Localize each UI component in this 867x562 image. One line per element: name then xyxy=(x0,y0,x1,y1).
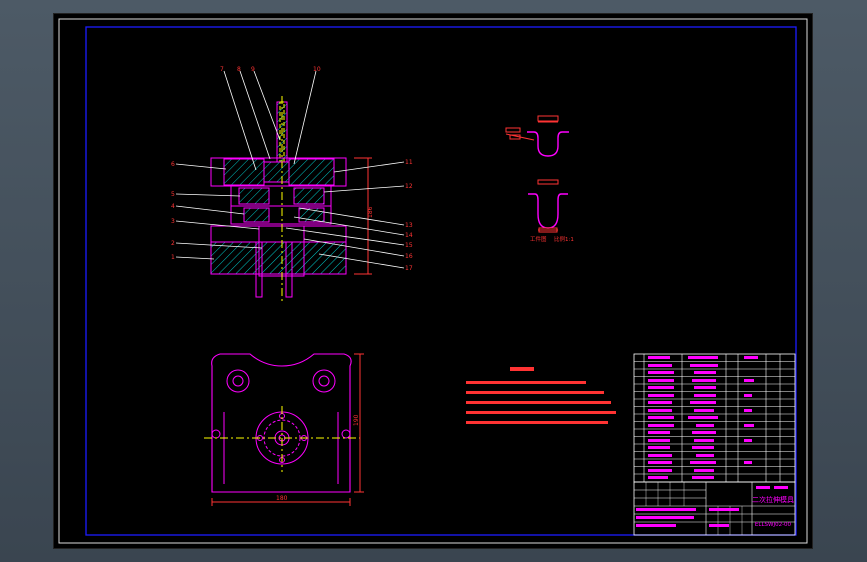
part-label: 13 xyxy=(405,222,413,229)
plan-view xyxy=(204,353,364,506)
part-label: 11 xyxy=(405,159,413,166)
scale-label: 比例1:1 xyxy=(554,235,574,243)
technical-notes xyxy=(466,367,616,424)
drawing-title: 二次拉伸模具 xyxy=(752,495,794,504)
part-label: 15 xyxy=(405,242,413,249)
drawing-number: ELLSWJ02-00 xyxy=(755,522,792,528)
section-view xyxy=(210,96,372,304)
parts-list-table xyxy=(633,353,796,483)
title-block: 二次拉伸模具 ELLSWJ02-00 xyxy=(633,481,796,536)
outer-frame xyxy=(58,18,808,544)
part-label: 5 xyxy=(171,191,175,198)
part-label: 12 xyxy=(405,183,413,190)
part-label: 14 xyxy=(405,232,413,239)
part-label: 9 xyxy=(251,66,255,73)
part-label: 6 xyxy=(171,161,175,168)
workpiece-label: 工件图 xyxy=(530,235,547,243)
plan-width-dimension: 180 xyxy=(276,495,288,502)
part-label: 2 xyxy=(171,240,175,247)
workpiece-view-2 xyxy=(528,179,568,233)
part-label: 3 xyxy=(171,218,175,225)
part-label: 10 xyxy=(313,66,321,73)
part-label: 7 xyxy=(220,66,224,73)
drawing-sheet: 7 8 9 10 6 5 4 3 2 1 11 12 13 14 15 16 1… xyxy=(54,14,812,548)
workpiece-view-1 xyxy=(505,115,569,157)
part-label: 1 xyxy=(171,254,175,261)
part-label: 4 xyxy=(171,203,175,210)
overall-height-dimension: 186 xyxy=(367,206,374,218)
cad-drawing: 7 8 9 10 6 5 4 3 2 1 11 12 13 14 15 16 1… xyxy=(58,18,808,544)
part-label: 16 xyxy=(405,253,413,260)
part-label: 8 xyxy=(237,66,241,73)
plan-height-dimension: 190 xyxy=(353,414,360,426)
part-label: 17 xyxy=(405,265,413,272)
parts-list-text-marks xyxy=(648,356,758,479)
